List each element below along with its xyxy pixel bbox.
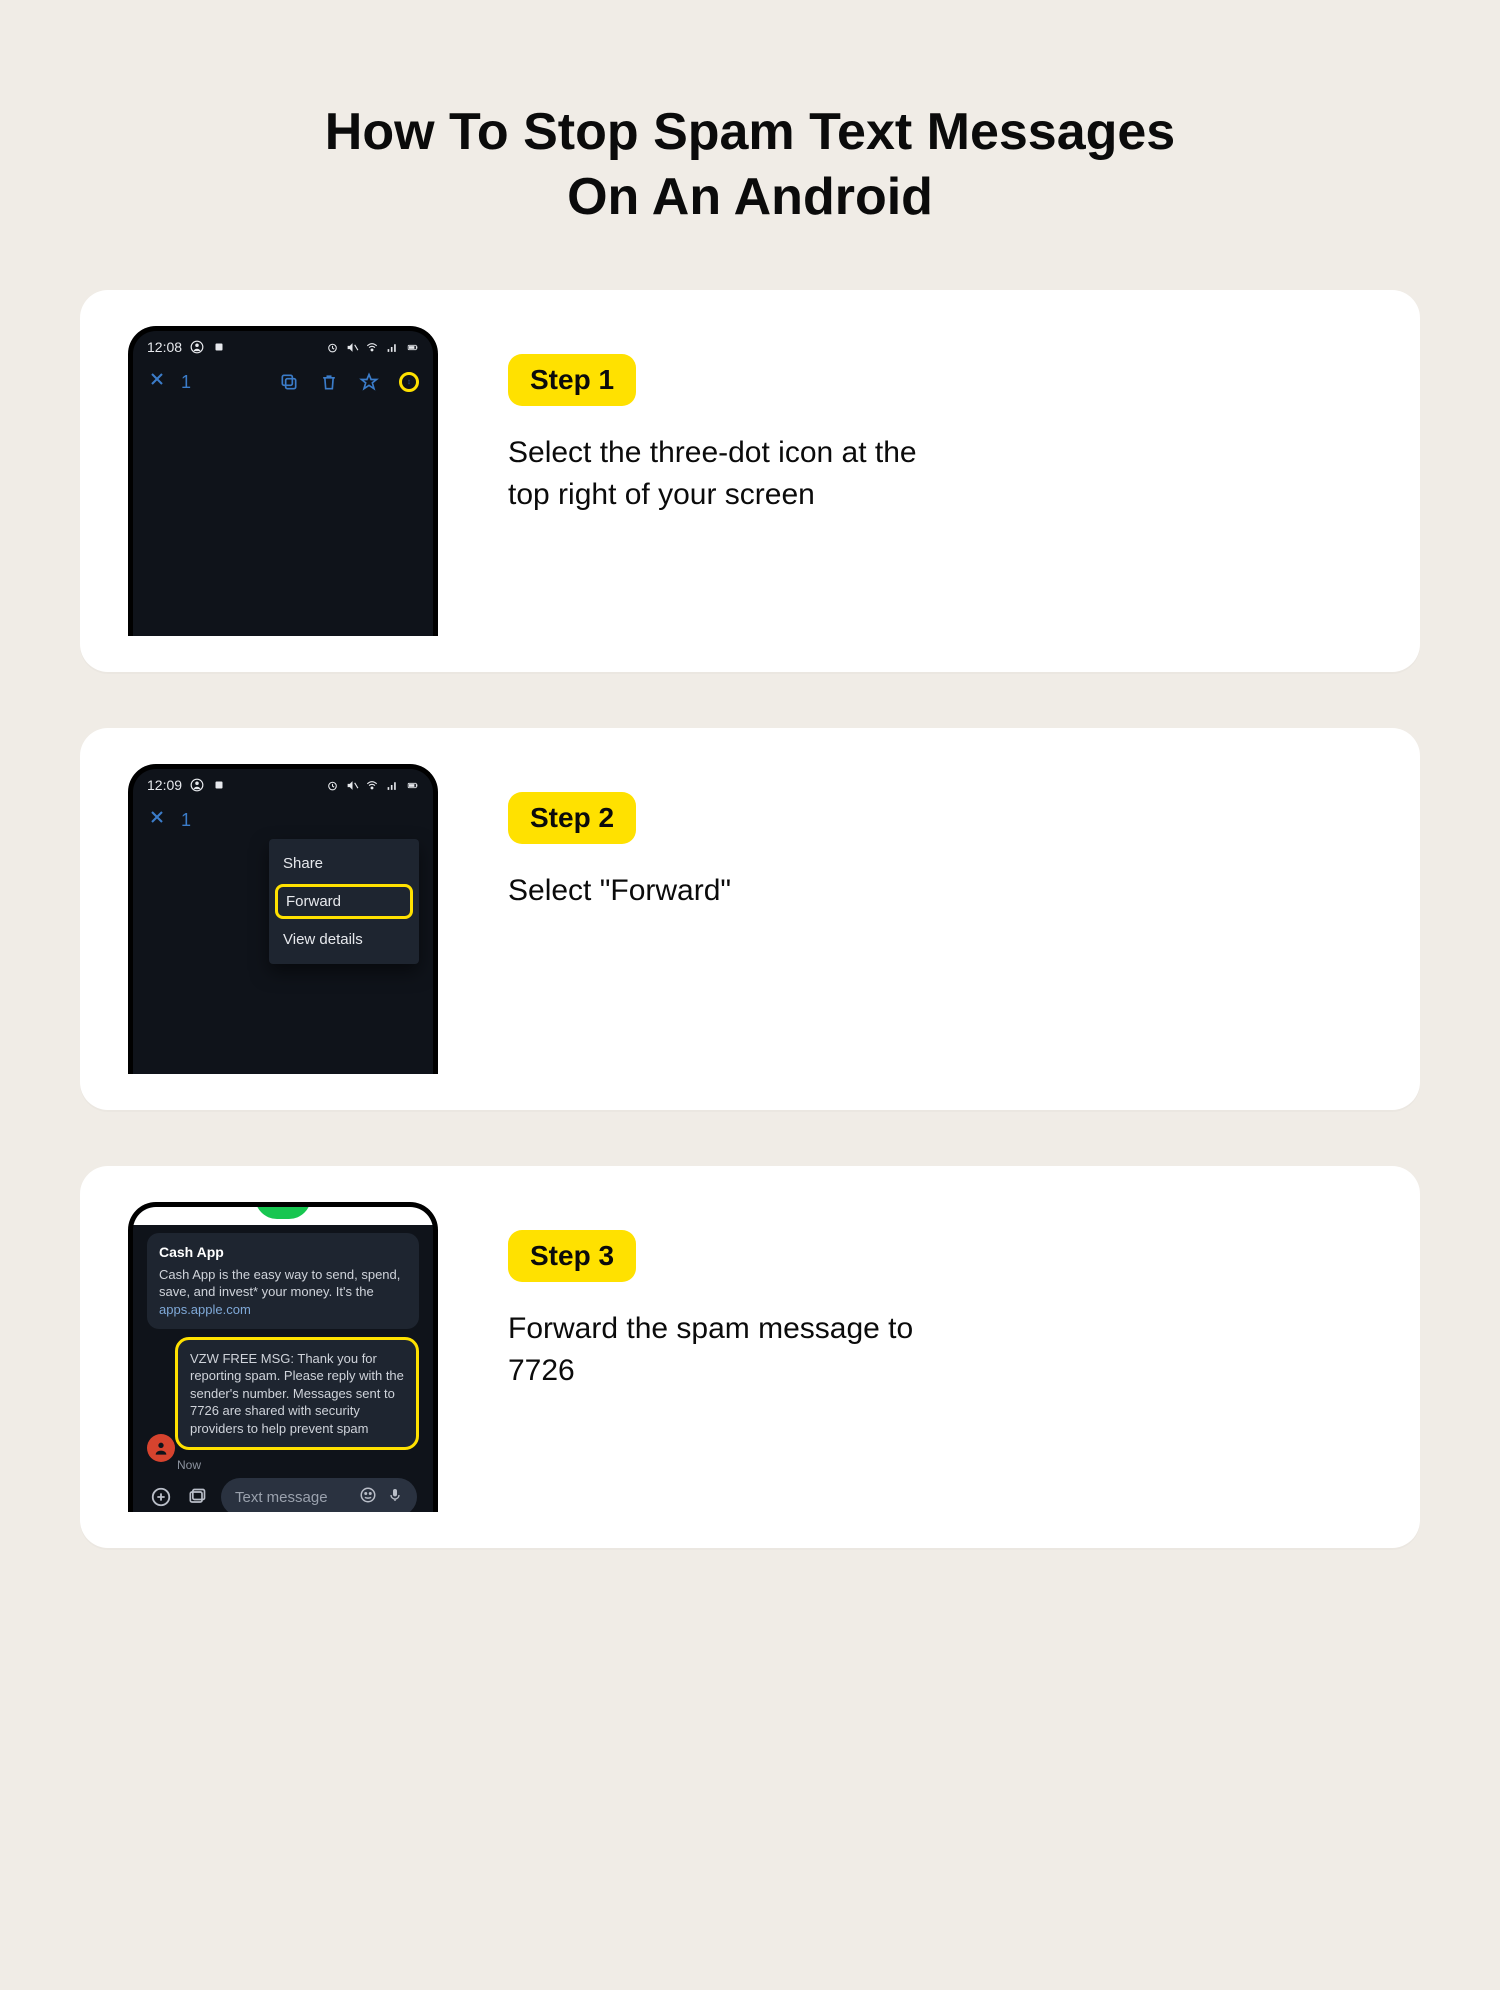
trash-icon[interactable] bbox=[319, 372, 339, 392]
notification-icon bbox=[212, 778, 226, 792]
status-bar: 12:08 bbox=[133, 331, 433, 359]
selection-toolbar: 1 bbox=[133, 797, 433, 839]
signal-icon bbox=[385, 340, 399, 354]
signal-icon bbox=[385, 778, 399, 792]
step-card-1: 12:08 bbox=[80, 290, 1420, 672]
wifi-icon bbox=[365, 778, 379, 792]
star-icon[interactable] bbox=[359, 372, 379, 392]
page-title: How To Stop Spam Text Messages On An And… bbox=[300, 100, 1200, 230]
close-icon[interactable] bbox=[147, 807, 167, 833]
copy-icon[interactable] bbox=[279, 372, 299, 392]
battery-icon bbox=[405, 340, 419, 354]
menu-item-forward[interactable]: Forward bbox=[275, 884, 413, 919]
step-card-3: Cash App Cash App is the easy way to sen… bbox=[80, 1166, 1420, 1548]
step-description: Select "Forward" bbox=[508, 870, 928, 912]
options-dropdown: Share Forward View details bbox=[269, 839, 419, 964]
mute-icon bbox=[345, 340, 359, 354]
status-time: 12:08 bbox=[147, 339, 182, 355]
gallery-icon[interactable] bbox=[185, 1485, 209, 1509]
selection-count: 1 bbox=[181, 810, 191, 831]
more-options-icon[interactable] bbox=[399, 372, 419, 392]
phone-mock-1: 12:08 bbox=[128, 326, 448, 636]
notification-icon bbox=[212, 340, 226, 354]
preview-title: Cash App bbox=[159, 1243, 407, 1262]
step-description: Forward the spam message to 7726 bbox=[508, 1308, 928, 1392]
mute-icon bbox=[345, 778, 359, 792]
step-tag: Step 3 bbox=[508, 1230, 636, 1282]
status-bar: 12:09 bbox=[133, 769, 433, 797]
compose-bar: Text message bbox=[147, 1472, 419, 1512]
account-status-icon bbox=[190, 778, 204, 792]
step-tag: Step 2 bbox=[508, 792, 636, 844]
alarm-icon bbox=[325, 340, 339, 354]
step-content-2: Step 2 Select "Forward" bbox=[508, 764, 1372, 912]
preview-body: Cash App is the easy way to send, spend,… bbox=[159, 1266, 407, 1301]
contact-header-strip bbox=[133, 1207, 433, 1225]
contact-avatar-icon bbox=[255, 1202, 311, 1219]
selection-count: 1 bbox=[181, 372, 191, 393]
reply-message-bubble[interactable]: VZW FREE MSG: Thank you for reporting sp… bbox=[175, 1337, 419, 1451]
battery-icon bbox=[405, 778, 419, 792]
step-content-1: Step 1 Select the three-dot icon at the … bbox=[508, 326, 1372, 516]
link-preview-card[interactable]: Cash App Cash App is the easy way to sen… bbox=[147, 1233, 419, 1329]
alarm-icon bbox=[325, 778, 339, 792]
add-attachment-icon[interactable] bbox=[149, 1485, 173, 1509]
close-icon[interactable] bbox=[147, 369, 167, 395]
menu-item-details[interactable]: View details bbox=[269, 921, 419, 958]
sender-avatar-icon bbox=[147, 1434, 175, 1462]
emoji-icon[interactable] bbox=[359, 1486, 377, 1508]
status-time: 12:09 bbox=[147, 777, 182, 793]
mic-icon[interactable] bbox=[387, 1486, 403, 1508]
wifi-icon bbox=[365, 340, 379, 354]
message-input[interactable]: Text message bbox=[221, 1478, 417, 1512]
menu-item-share[interactable]: Share bbox=[269, 845, 419, 882]
message-placeholder: Text message bbox=[235, 1489, 328, 1506]
selection-toolbar: 1 bbox=[133, 359, 433, 401]
phone-mock-3: Cash App Cash App is the easy way to sen… bbox=[128, 1202, 448, 1512]
preview-link[interactable]: apps.apple.com bbox=[159, 1301, 407, 1319]
message-timestamp: Now bbox=[177, 1458, 419, 1472]
phone-mock-2: 12:09 bbox=[128, 764, 448, 1074]
step-card-2: 12:09 bbox=[80, 728, 1420, 1110]
step-content-3: Step 3 Forward the spam message to 7726 bbox=[508, 1202, 1372, 1392]
step-tag: Step 1 bbox=[508, 354, 636, 406]
account-status-icon bbox=[190, 340, 204, 354]
step-description: Select the three-dot icon at the top rig… bbox=[508, 432, 928, 516]
